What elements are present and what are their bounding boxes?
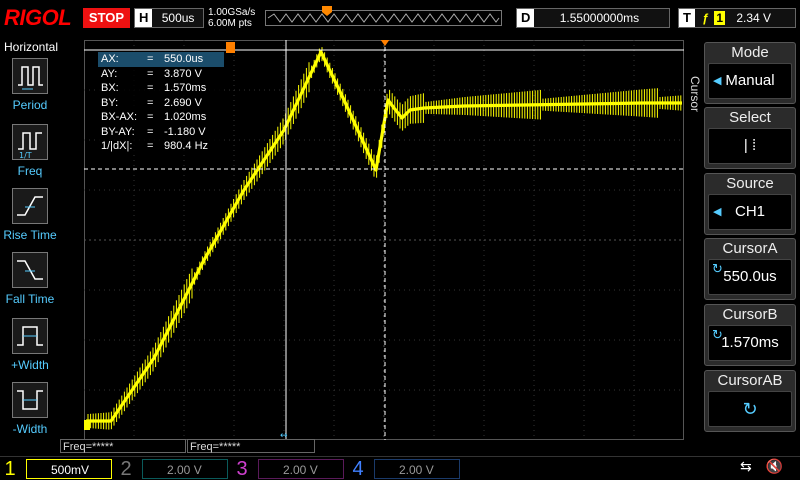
menu-mode[interactable]: Mode ◀ Manual <box>704 42 796 104</box>
channel-4-scale: 2.00 V <box>374 459 460 479</box>
menu-select-value[interactable]: | ⁞ <box>708 128 792 164</box>
trigger-key: T <box>679 9 695 27</box>
readout-row-ax: AX: = 550.0us <box>98 52 224 67</box>
channel-4-tab[interactable]: 4 2.00 V <box>348 458 464 480</box>
channel-1-tab[interactable]: 1 500mV <box>0 458 116 480</box>
freq-icon: 1/T <box>12 124 48 160</box>
menu-mode-title: Mode <box>731 44 769 61</box>
sidebar-item-fall-time[interactable]: Fall Time <box>0 252 60 306</box>
rotary-knob-icon: ↻ <box>712 261 723 276</box>
channel-1-number: 1 <box>4 458 16 480</box>
delay-display[interactable]: D 1.55000000ms <box>516 8 670 28</box>
menu-cursor-ab[interactable]: CursorAB ↻ <box>704 370 796 432</box>
trigger-level: 2.34 V <box>736 11 772 25</box>
menu-cursor-a-value[interactable]: ↻ 550.0us <box>708 259 792 295</box>
rise-time-icon <box>12 188 48 224</box>
run-stop-button[interactable]: STOP <box>83 8 130 28</box>
menu-select-title: Select <box>729 109 771 126</box>
sidebar-item-label: +Width <box>11 358 49 372</box>
channel-3-tab[interactable]: 3 2.00 V <box>232 458 348 480</box>
memory-depth: 6.00M pts <box>208 18 252 29</box>
sidebar-item-period[interactable]: Period <box>0 58 60 112</box>
status-icons: ⇆ 🔇 <box>740 458 783 475</box>
menu-cursor-b-value[interactable]: ↻ 1.570ms <box>708 325 792 361</box>
delay-key: D <box>517 9 535 27</box>
menu-mode-value[interactable]: ◀ Manual <box>708 63 792 99</box>
triangle-left-icon: ◀ <box>713 206 722 218</box>
channel-2-number: 2 <box>120 458 132 480</box>
menu-cursor-a[interactable]: CursorA ↻ 550.0us <box>704 238 796 300</box>
sidebar-item-label: -Width <box>12 422 48 436</box>
brand-logo: RIGOL <box>4 5 72 30</box>
readout-row-bx-ax: BX-AX: = 1.020ms <box>101 111 207 123</box>
sample-rate: 1.00GSa/s <box>208 7 256 18</box>
trigger-channel: 1 <box>714 11 726 25</box>
trigger-display[interactable]: T ƒ 1 2.34 V <box>678 8 796 28</box>
acquisition-info: 1.00GSa/s 6.00M pts <box>208 7 255 29</box>
readout-row-bx: BX: = 1.570ms <box>101 82 207 94</box>
sidebar-item-freq[interactable]: 1/T Freq <box>0 124 60 178</box>
delay-value: 1.55000000ms <box>559 11 640 25</box>
cursor-menu: Mode ◀ Manual Select | ⁞ Source ◀ CH1 Cu… <box>704 40 800 440</box>
period-icon <box>12 58 48 94</box>
rotary-knob-icon: ↻ <box>742 399 758 419</box>
neg-width-icon <box>12 382 48 418</box>
channel-2-tab[interactable]: 2 2.00 V <box>116 458 232 480</box>
freq-counter-2: Freq=***** <box>187 439 315 453</box>
channel-status-bar: 1 500mV 2 2.00 V 3 2.00 V 4 2.00 V <box>0 456 800 480</box>
channel-1-scale: 500mV <box>26 459 112 479</box>
trigger-T-marker <box>226 42 235 53</box>
left-measure-sidebar: Horizontal Period 1/T Freq Rise Time Fal… <box>0 36 60 456</box>
readout-row-by-ay: BY-AY: = -1.180 V <box>101 125 206 138</box>
memory-overview-strip <box>265 10 502 26</box>
menu-source[interactable]: Source ◀ CH1 <box>704 173 796 235</box>
sidebar-title: Horizontal <box>4 40 59 54</box>
menu-cursor-ab-value[interactable]: ↻ <box>708 391 792 427</box>
menu-cursor-b[interactable]: CursorB ↻ 1.570ms <box>704 304 796 366</box>
pos-width-icon <box>12 318 48 354</box>
channel-3-number: 3 <box>236 458 248 480</box>
sidebar-item-neg-width[interactable]: -Width <box>0 382 60 436</box>
menu-source-title: Source <box>726 175 774 192</box>
speaker-muted-icon: 🔇 <box>765 458 784 474</box>
menu-cursor-ab-title: CursorAB <box>717 372 783 389</box>
menu-select[interactable]: Select | ⁞ <box>704 107 796 169</box>
timebase-display[interactable]: H 500us <box>134 8 204 28</box>
sidebar-item-label: Fall Time <box>5 292 55 306</box>
triangle-left-icon: ◀ <box>713 75 722 87</box>
menu-vertical-label: Cursor <box>688 75 702 112</box>
top-status-bar: RIGOL STOP H 500us 1.00GSa/s 6.00M pts D… <box>0 0 800 36</box>
sidebar-item-rise-time[interactable]: Rise Time <box>0 188 60 242</box>
channel-4-number: 4 <box>352 458 364 480</box>
rising-edge-icon: ƒ <box>702 11 709 25</box>
svg-text:1/T: 1/T <box>19 151 32 159</box>
freq-counter-1: Freq=***** <box>60 439 186 453</box>
sidebar-item-label: Rise Time <box>3 228 57 242</box>
sidebar-item-label: Period <box>12 98 48 112</box>
fall-time-icon <box>12 252 48 288</box>
menu-source-value[interactable]: ◀ CH1 <box>708 194 792 230</box>
cursor-readout-panel: AX: = 550.0us AY: = 3.870 V BX: = 1.570m… <box>98 52 224 154</box>
timebase-value: 500us <box>161 11 195 25</box>
horizontal-key: H <box>135 9 153 27</box>
readout-row-inv-dx: 1/|dX|: = 980.4 Hz <box>101 140 209 152</box>
readout-row-ay: AY: = 3.870 V <box>101 67 202 80</box>
sidebar-item-label: Freq <box>17 164 43 178</box>
trigger-time-marker <box>380 40 390 46</box>
ch1-ground-marker[interactable] <box>84 420 90 430</box>
readout-row-by: BY: = 2.690 V <box>101 96 202 109</box>
rotary-knob-icon: ↻ <box>712 327 723 342</box>
channel-2-scale: 2.00 V <box>142 459 228 479</box>
sidebar-item-pos-width[interactable]: +Width <box>0 318 60 372</box>
channel-3-scale: 2.00 V <box>258 459 344 479</box>
usb-icon: ⇆ <box>740 458 752 474</box>
memory-waveform-icon <box>267 13 500 23</box>
